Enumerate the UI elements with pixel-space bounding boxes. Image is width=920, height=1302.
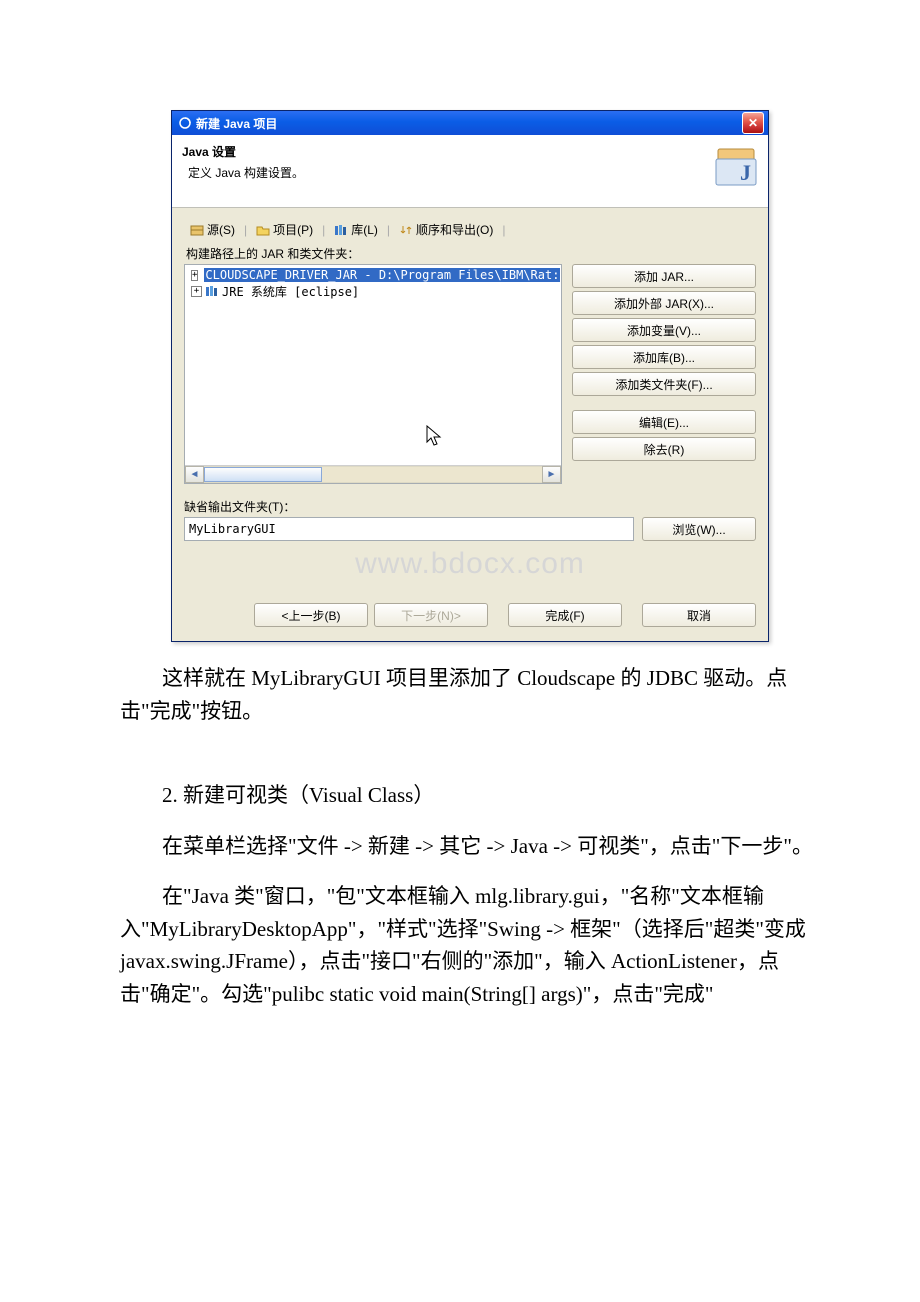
scroll-track[interactable] [204, 466, 542, 483]
tab-project[interactable]: 项目(P) [250, 218, 319, 241]
cancel-button[interactable]: 取消 [642, 603, 756, 627]
browse-button[interactable]: 浏览(W)... [642, 517, 756, 541]
titlebar[interactable]: 新建 Java 项目 ✕ [172, 111, 768, 135]
paragraph: 这样就在 MyLibraryGUI 项目里添加了 Cloudscape 的 JD… [120, 662, 820, 727]
document-text: 这样就在 MyLibraryGUI 项目里添加了 Cloudscape 的 JD… [120, 662, 820, 1010]
banner-title: Java 设置 [182, 143, 710, 160]
tab-separator: | [386, 223, 391, 237]
scroll-right-button[interactable]: ► [542, 466, 561, 483]
tabs-row: 源(S) | 项目(P) | 库(L) | [184, 218, 756, 241]
library-icon [205, 286, 219, 297]
eclipse-icon [178, 116, 192, 130]
tab-order-label: 顺序和导出(O) [416, 221, 493, 238]
watermark: www.bdocx.com [184, 547, 756, 581]
tree-label: 构建路径上的 JAR 和类文件夹： [186, 245, 756, 262]
edit-button[interactable]: 编辑(E)... [572, 410, 756, 434]
horizontal-scrollbar[interactable]: ◄ ► [185, 465, 561, 483]
tree-node-cloudscape[interactable]: + CLOUDSCAPE_DRIVER_JAR - D:\Program Fil… [187, 267, 559, 283]
add-variable-button[interactable]: 添加变量(V)... [572, 318, 756, 342]
tree-panel[interactable]: + CLOUDSCAPE_DRIVER_JAR - D:\Program Fil… [184, 264, 562, 484]
tab-source-label: 源(S) [207, 221, 235, 238]
output-folder-input[interactable]: MyLibraryGUI [184, 517, 634, 541]
remove-button[interactable]: 除去(R) [572, 437, 756, 461]
tree-node-label: CLOUDSCAPE_DRIVER_JAR - D:\Program Files… [204, 268, 560, 282]
expand-icon[interactable]: + [191, 270, 198, 281]
add-jar-button[interactable]: 添加 JAR... [572, 264, 756, 288]
new-java-project-dialog: 新建 Java 项目 ✕ Java 设置 定义 Java 构建设置。 J [171, 110, 769, 642]
finish-button[interactable]: 完成(F) [508, 603, 622, 627]
paragraph: 在菜单栏选择"文件 -> 新建 -> 其它 -> Java -> 可视类"，点击… [120, 830, 820, 863]
output-folder-label: 缺省输出文件夹(T)： [184, 498, 756, 515]
tab-library-label: 库(L) [351, 221, 378, 238]
tab-separator: | [321, 223, 326, 237]
folder-icon [256, 224, 270, 236]
close-button[interactable]: ✕ [742, 112, 764, 134]
paragraph: 在"Java 类"窗口，"包"文本框输入 mlg.library.gui，"名称… [120, 880, 820, 1010]
tab-separator: | [243, 223, 248, 237]
tree-node-jre[interactable]: + JRE 系统库 [eclipse] [187, 283, 559, 299]
back-button[interactable]: <上一步(B) [254, 603, 368, 627]
banner-subtitle: 定义 Java 构建设置。 [182, 164, 710, 181]
package-icon [190, 224, 204, 236]
tab-order[interactable]: 顺序和导出(O) [393, 218, 499, 241]
next-button: 下一步(N)> [374, 603, 488, 627]
add-library-button[interactable]: 添加库(B)... [572, 345, 756, 369]
java-j-icon: J [710, 143, 758, 187]
tab-separator: | [501, 223, 506, 237]
add-external-jar-button[interactable]: 添加外部 JAR(X)... [572, 291, 756, 315]
tab-library[interactable]: 库(L) [328, 218, 384, 241]
expand-icon[interactable]: + [191, 286, 202, 297]
wizard-buttons: <上一步(B) 下一步(N)> 完成(F) 取消 [172, 593, 768, 641]
banner: Java 设置 定义 Java 构建设置。 J [172, 135, 768, 208]
tab-project-label: 项目(P) [273, 221, 313, 238]
library-icon [334, 224, 348, 236]
tree-node-label: JRE 系统库 [eclipse] [222, 283, 359, 300]
scroll-thumb[interactable] [204, 467, 322, 482]
section-heading: 2. 新建可视类（Visual Class） [120, 779, 820, 812]
svg-text:J: J [740, 160, 751, 185]
order-icon [399, 224, 413, 236]
add-class-folder-button[interactable]: 添加类文件夹(F)... [572, 372, 756, 396]
tab-source[interactable]: 源(S) [184, 218, 241, 241]
dialog-title: 新建 Java 项目 [196, 115, 742, 132]
scroll-left-button[interactable]: ◄ [185, 466, 204, 483]
